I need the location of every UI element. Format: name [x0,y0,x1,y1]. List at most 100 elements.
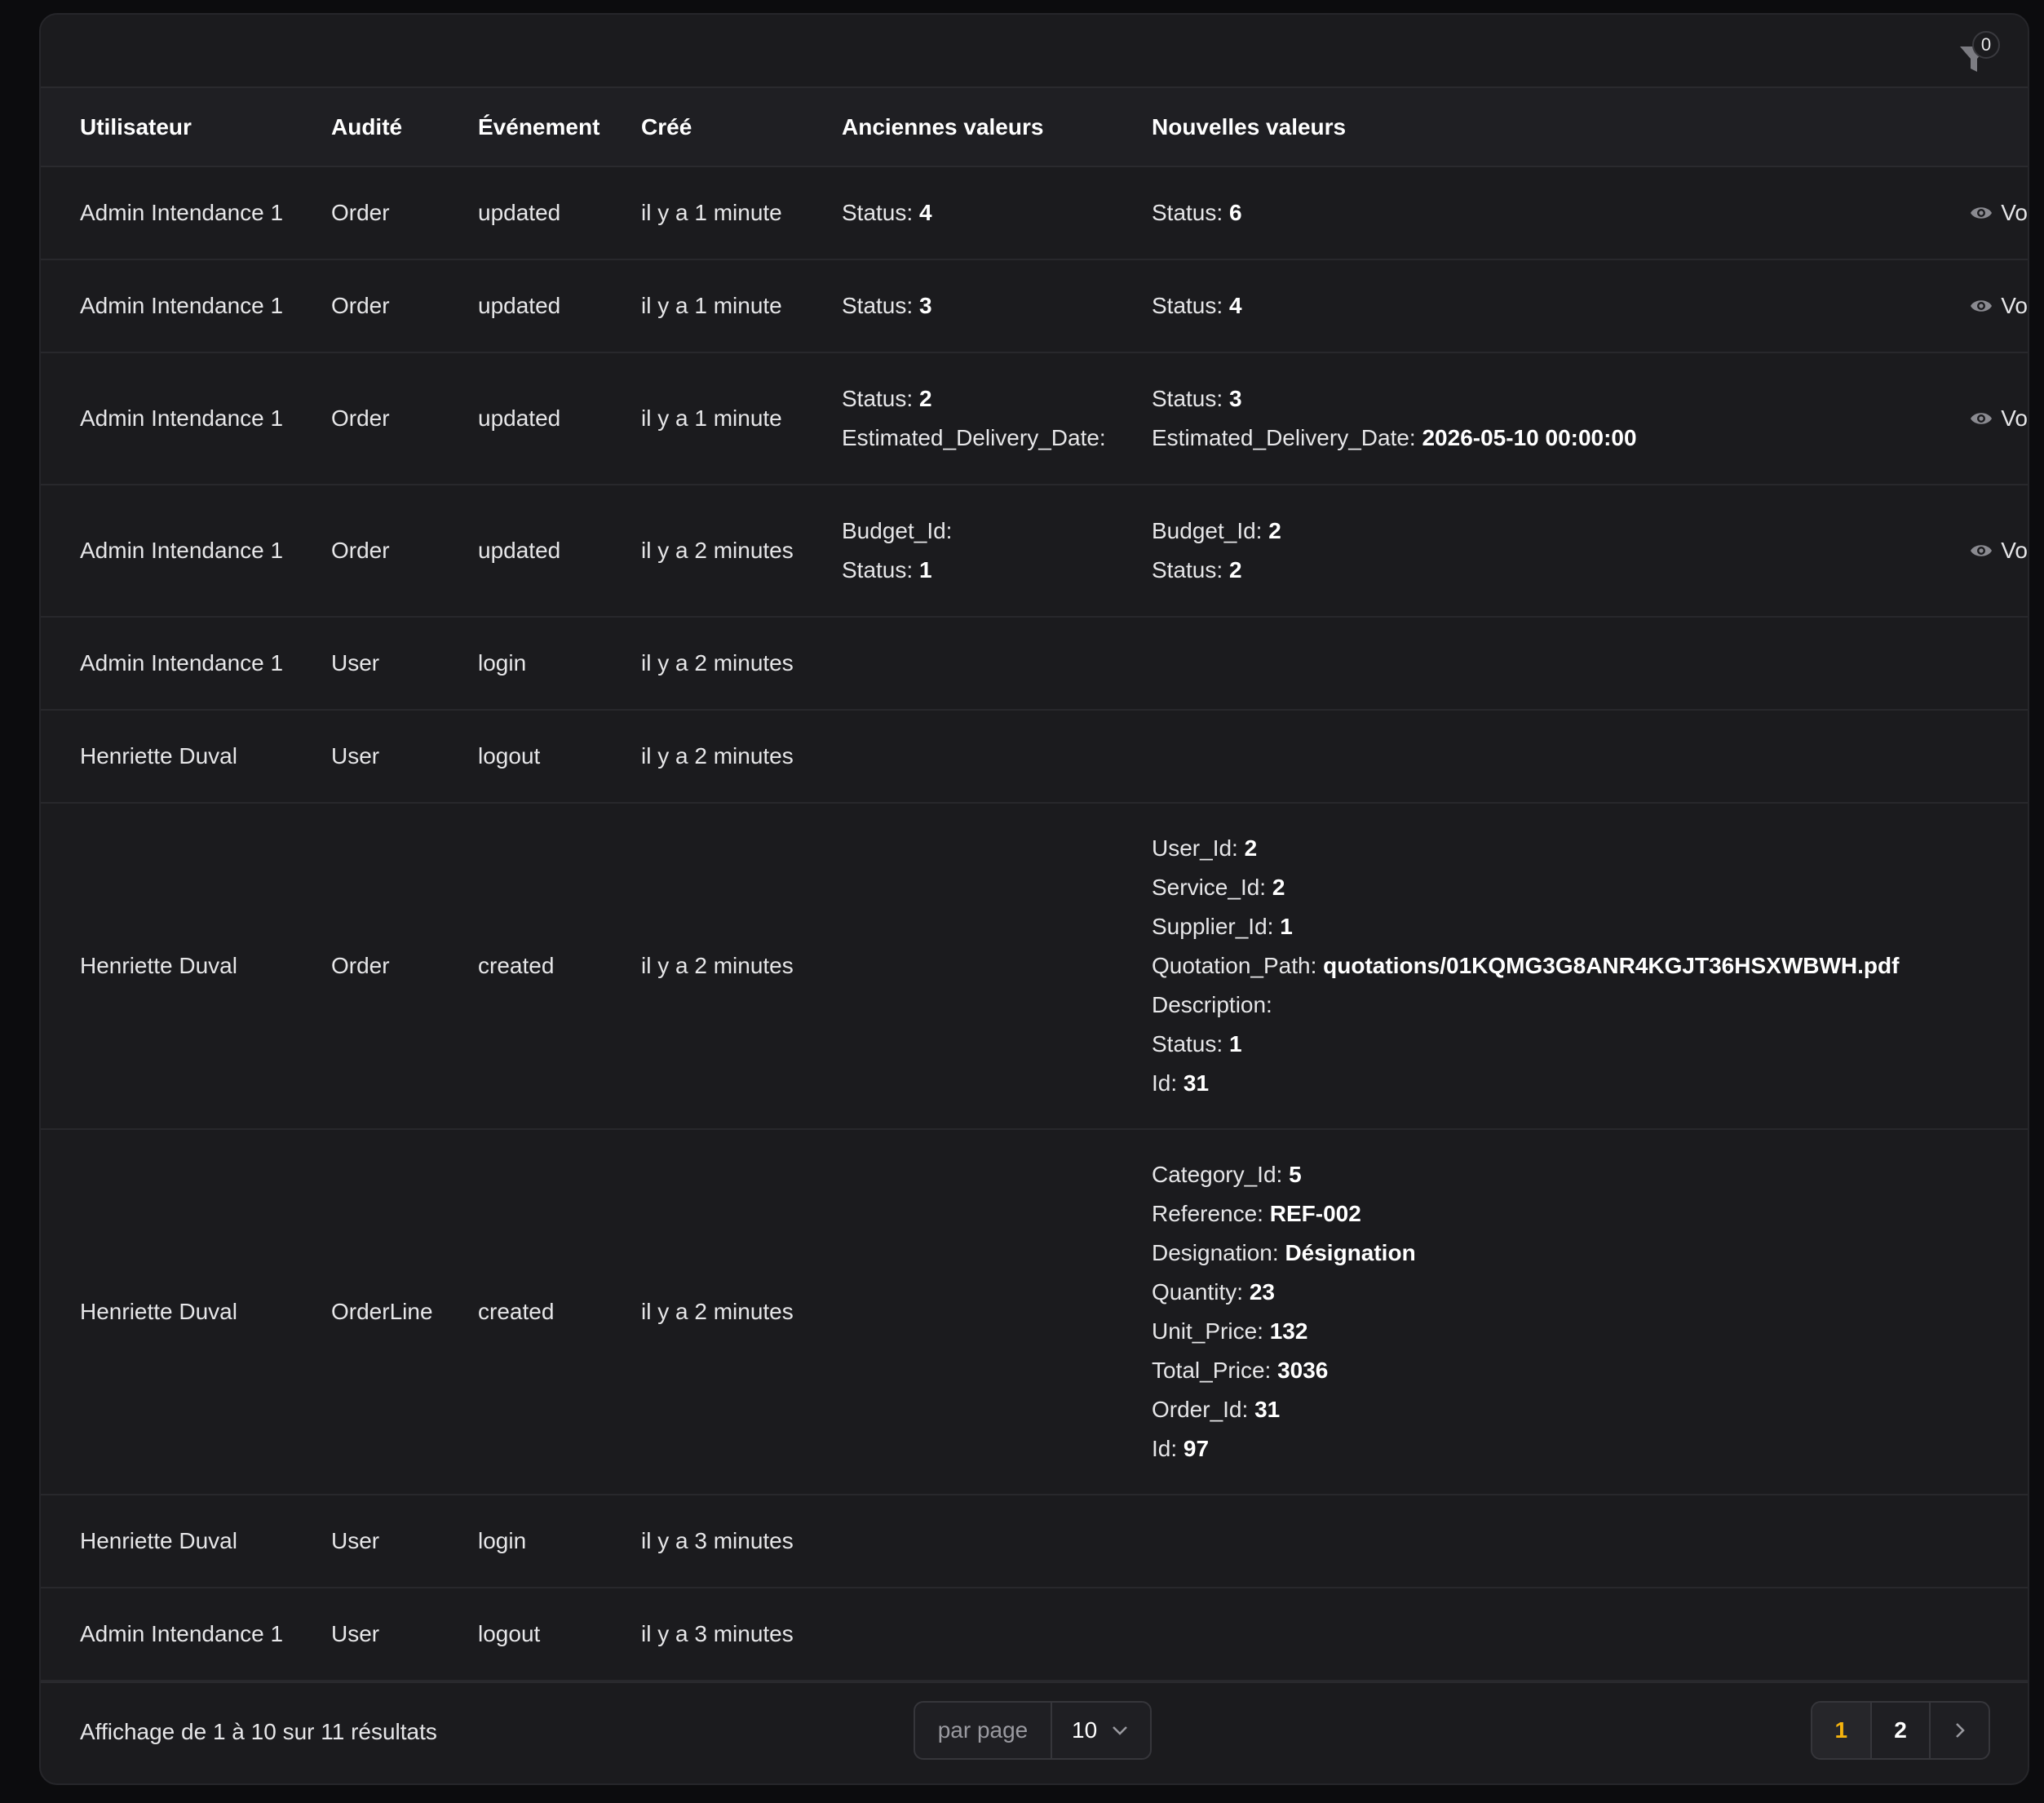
value-value: 132 [1269,1318,1308,1344]
cell-old-values: Status: 4 [842,166,1152,259]
value-value: 6 [1228,200,1242,225]
value-entry: Status: 2 [842,379,1152,419]
value-entry: Status: 1 [1152,1025,1967,1064]
value-key: Status: [842,386,914,411]
page-button-2[interactable]: 2 [1872,1703,1931,1758]
view-action-label: Vo [2001,538,2028,563]
per-page-value: 10 [1072,1717,1098,1743]
cell-old-values [842,1588,1152,1681]
cell-event: updated [478,293,561,318]
value-key: Status: [842,200,914,225]
table-row[interactable]: Admin Intendance 1 Order updated il y a 1 m… [41,259,2028,352]
value-entry: Reference: REF-002 [1152,1194,1967,1234]
table-row[interactable]: Admin Intendance 1 Order updated il y a 1 m… [41,352,2028,485]
per-page-control: par page 10 [914,1701,1152,1760]
cell-old-values: Status: 3 [842,259,1152,352]
value-entry: Status: 4 [842,193,1152,233]
value-key: User_Id: [1152,835,1238,861]
cell-audited: User [331,743,380,769]
value-key: Status: [1152,1031,1223,1057]
table-row[interactable]: Henriette Duval User login il y a 3 minutes [41,1495,2028,1588]
cell-old-values [842,710,1152,803]
cell-user: Admin Intendance 1 [80,405,284,431]
value-key: Total_Price: [1152,1358,1272,1383]
value-value: 4 [918,200,932,225]
cell-user: Admin Intendance 1 [80,1621,284,1646]
cell-created: il y a 2 minutes [641,1299,794,1324]
value-value: 97 [1183,1436,1210,1461]
audit-table: Utilisateur Audité Événement Créé Ancien… [41,88,2028,1681]
cell-created: il y a 1 minute [641,405,782,431]
value-entry: Status: 3 [842,286,1152,326]
filter-count-badge: 0 [1972,31,2000,59]
cell-event: updated [478,200,561,225]
cell-created: il y a 1 minute [641,200,782,225]
value-key: Id: [1152,1436,1178,1461]
table-row[interactable]: Admin Intendance 1 Order updated il y a 1 m… [41,166,2028,259]
table-row[interactable]: Admin Intendance 1 User login il y a 2 minu… [41,617,2028,710]
cell-old-values [842,803,1152,1129]
next-page-button[interactable] [1931,1703,1989,1758]
cell-event: login [478,650,527,676]
table-row[interactable]: Admin Intendance 1 Order updated il y a 2 m… [41,485,2028,617]
table-row[interactable]: Henriette Duval Order created il y a 2 minu… [41,803,2028,1129]
column-header-event[interactable]: Événement [478,88,641,166]
cell-actions [1967,803,2028,1129]
cell-event: login [478,1528,527,1553]
filter-button[interactable]: 0 [1951,31,2000,80]
value-entry: Quantity: 23 [1152,1273,1967,1312]
value-entry: Status: 4 [1152,286,1967,326]
column-header-user[interactable]: Utilisateur [41,88,331,166]
per-page-select[interactable]: 10 [1052,1717,1150,1743]
value-entry: Designation: Désignation [1152,1234,1967,1273]
cell-created: il y a 2 minutes [641,538,794,563]
audit-table-panel: 0 Utilisateur Audité Événement Créé Anci… [39,13,2029,1785]
value-key: Reference: [1152,1201,1263,1226]
cell-old-values: Budget_Id: Status: 1 [842,485,1152,617]
column-header-audited[interactable]: Audité [331,88,478,166]
table-row[interactable]: Henriette Duval OrderLine created il y a 2 … [41,1129,2028,1495]
cell-actions: Vo [1967,259,2028,352]
column-header-created[interactable]: Créé [641,88,842,166]
value-key: Status: [1152,200,1223,225]
table-row[interactable]: Admin Intendance 1 User logout il y a 3 min… [41,1588,2028,1681]
cell-event: updated [478,538,561,563]
view-action[interactable]: Vo [1967,200,2028,226]
view-action[interactable]: Vo [1967,293,2028,319]
cell-created: il y a 2 minutes [641,743,794,769]
eye-icon [1971,413,1993,424]
cell-user: Admin Intendance 1 [80,650,284,676]
cell-user: Henriette Duval [80,743,237,769]
value-entry: Id: 97 [1152,1429,1967,1469]
table-row[interactable]: Henriette Duval User logout il y a 2 minute… [41,710,2028,803]
value-key: Supplier_Id: [1152,914,1274,939]
cell-new-values: Budget_Id: 2 Status: 2 [1152,485,1967,617]
view-action[interactable]: Vo [1967,405,2028,432]
cell-old-values: Status: 2 Estimated_Delivery_Date: [842,352,1152,485]
value-entry: Status: 3 [1152,379,1967,419]
value-value: 4 [1228,293,1242,318]
value-value: 2 [1268,518,1281,543]
value-entry: Status: 6 [1152,193,1967,233]
cell-user: Henriette Duval [80,953,237,978]
cell-actions: Vo [1967,166,2028,259]
value-entry: Supplier_Id: 1 [1152,907,1967,946]
value-value: 2 [1228,557,1242,583]
value-value: 1 [1228,1031,1242,1057]
page-button-1[interactable]: 1 [1812,1703,1872,1758]
value-value: 3036 [1277,1358,1329,1383]
cell-audited: User [331,1621,380,1646]
view-action[interactable]: Vo [1967,538,2028,564]
cell-new-values [1152,617,1967,710]
eye-icon [1971,207,1993,219]
value-key: Service_Id: [1152,875,1267,900]
value-key: Budget_Id: [1152,518,1263,543]
cell-old-values [842,617,1152,710]
value-key: Id: [1152,1070,1178,1096]
value-value: quotations/01KQMG3G8ANR4KGJT36HSXWBWH.pd… [1323,953,1900,978]
value-value: 31 [1254,1397,1281,1422]
value-entry: User_Id: 2 [1152,829,1967,868]
value-key: Order_Id: [1152,1397,1249,1422]
cell-actions [1967,710,2028,803]
value-value: 2 [1244,835,1258,861]
